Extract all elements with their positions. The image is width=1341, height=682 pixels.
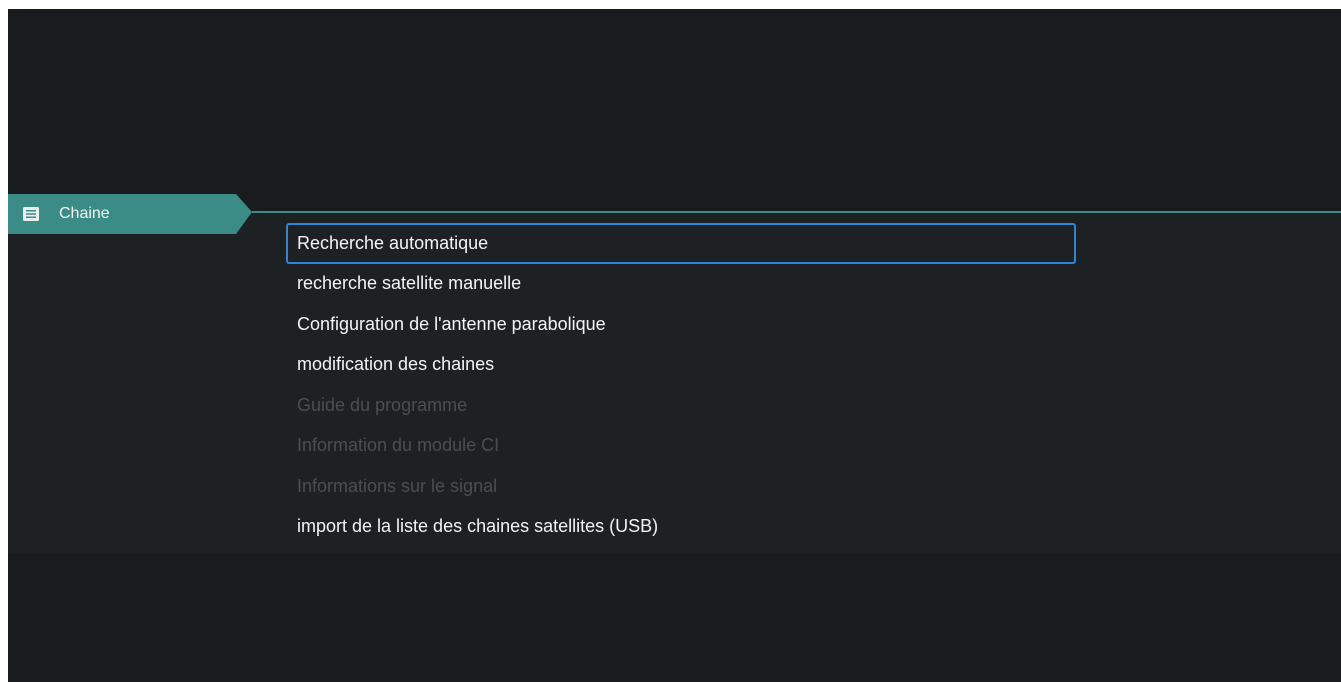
category-tab-chaine[interactable]: Chaine bbox=[8, 194, 252, 234]
menu-item-recherche-automatique[interactable]: Recherche automatique bbox=[286, 223, 1076, 264]
menu-item-modification-chaines[interactable]: modification des chaines bbox=[286, 345, 1076, 386]
header-divider bbox=[252, 211, 1341, 213]
menu-item-module-ci: Information du module CI bbox=[297, 435, 500, 456]
category-label: Chaine bbox=[59, 205, 110, 222]
tv-screen: Chaine Recherche automatique recherche s… bbox=[8, 9, 1341, 682]
menu-item-guide-programme: Guide du programme bbox=[297, 394, 468, 415]
menu-item-configuration-antenne[interactable]: Configuration de l'antenne parabolique bbox=[286, 304, 1076, 345]
tab-background bbox=[8, 194, 252, 234]
menu-item-import-liste-usb[interactable]: import de la liste des chaines satellite… bbox=[286, 507, 1076, 548]
menu-item-recherche-satellite-manuelle[interactable]: recherche satellite manuelle bbox=[286, 264, 1076, 305]
list-icon bbox=[23, 207, 39, 221]
channel-menu: Recherche automatique recherche satellit… bbox=[286, 223, 1076, 547]
menu-item-informations-signal: Informations sur le signal bbox=[297, 475, 498, 496]
